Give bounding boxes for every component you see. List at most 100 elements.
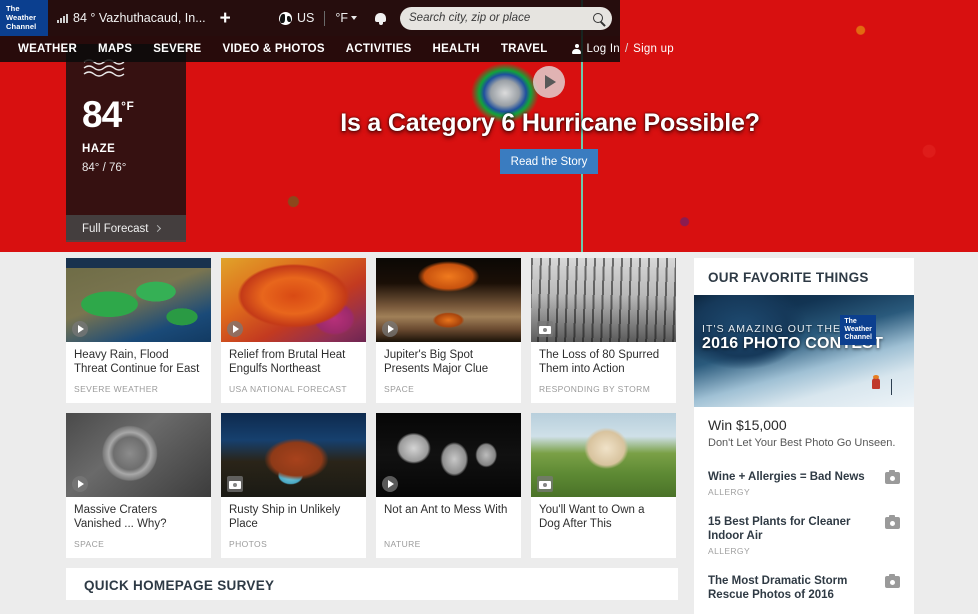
- survey-title: QUICK HOMEPAGE SURVEY: [84, 578, 275, 593]
- article-card-body: Jupiter's Big Spot Presents Major Clue S…: [376, 342, 521, 403]
- full-forecast-link[interactable]: Full Forecast: [66, 215, 186, 242]
- promo-caption[interactable]: Win $15,000 Don't Let Your Best Photo Go…: [694, 407, 914, 461]
- signal-bars-icon: [57, 13, 68, 23]
- sidebar-heading: OUR FAVORITE THINGS: [708, 270, 869, 285]
- log-in-link[interactable]: Log In: [586, 43, 619, 55]
- article-card[interactable]: You'll Want to Own a Dog After This: [531, 413, 676, 558]
- article-card-body: Rusty Ship in Unlikely Place PHOTOS: [221, 497, 366, 558]
- notifications-bell-icon[interactable]: [375, 12, 386, 25]
- photo-contest-promo[interactable]: IT'S AMAZING OUT THERE 2016 PHOTO CONTES…: [694, 295, 914, 407]
- hero-play-button[interactable]: [533, 66, 565, 98]
- weather-channel-logo[interactable]: The Weather Channel: [0, 0, 48, 36]
- current-location-selector[interactable]: 84 ° Vazhuthacaud, In...: [57, 11, 206, 25]
- sidebar-item-title: 15 Best Plants for Cleaner Indoor Air: [708, 516, 851, 542]
- promo-prize-title: Win $15,000: [708, 417, 787, 433]
- list-item[interactable]: The Most Dramatic Storm Rescue Photos of…: [694, 565, 914, 614]
- logo-line-1: The: [6, 4, 20, 13]
- nav-item-maps[interactable]: MAPS: [98, 43, 132, 55]
- play-icon: [72, 476, 88, 492]
- nav-item-activities[interactable]: ACTIVITIES: [346, 43, 412, 55]
- article-category: PHOTOS: [229, 539, 268, 549]
- play-icon: [227, 321, 243, 337]
- search-icon[interactable]: [593, 13, 603, 23]
- condition-phrase: HAZE: [82, 143, 116, 155]
- article-row-1: Heavy Rain, Flood Threat Continue for Ea…: [66, 258, 678, 403]
- article-card[interactable]: Not an Ant to Mess With NATURE: [376, 413, 521, 558]
- article-title: You'll Want to Own a Dog After This: [539, 504, 645, 530]
- article-title: The Loss of 80 Spurred Them into Action: [539, 349, 660, 375]
- article-thumbnail: [531, 413, 676, 497]
- nav-item-travel[interactable]: TRAVEL: [501, 43, 548, 55]
- article-card-body: Massive Craters Vanished ... Why? SPACE: [66, 497, 211, 558]
- nav-item-video-photos[interactable]: VIDEO & PHOTOS: [222, 43, 324, 55]
- list-item[interactable]: Wine + Allergies = Bad News ALLERGY: [694, 461, 914, 506]
- sign-up-link[interactable]: Sign up: [633, 43, 674, 55]
- search-box[interactable]: [400, 6, 612, 30]
- top-bar-divider: [324, 10, 326, 26]
- region-label: US: [296, 11, 315, 25]
- nav-item-health[interactable]: HEALTH: [433, 43, 480, 55]
- quick-homepage-survey[interactable]: QUICK HOMEPAGE SURVEY: [66, 568, 678, 600]
- article-category: SEVERE WEATHER: [74, 384, 159, 394]
- photographer-figure-icon: [870, 375, 882, 393]
- chevron-right-icon: [154, 224, 162, 233]
- article-grid: Heavy Rain, Flood Threat Continue for Ea…: [66, 258, 678, 568]
- region-selector[interactable]: US: [278, 11, 315, 25]
- sidebar-item-category: ALLERGY: [708, 487, 751, 497]
- temperature-unit: °F: [121, 99, 135, 113]
- auth-group: Log In / Sign up: [572, 43, 674, 55]
- globe-icon: [278, 11, 292, 25]
- play-icon: [72, 321, 88, 337]
- article-category: USA NATIONAL FORECAST: [229, 384, 347, 394]
- article-card[interactable]: The Loss of 80 Spurred Them into Action …: [531, 258, 676, 403]
- article-card[interactable]: Heavy Rain, Flood Threat Continue for Ea…: [66, 258, 211, 403]
- camera-icon: [885, 514, 900, 529]
- sidebar-item-text: 15 Best Plants for Cleaner Indoor Air AL…: [708, 515, 877, 556]
- nav-item-severe[interactable]: SEVERE: [153, 43, 201, 55]
- article-title: Massive Craters Vanished ... Why?: [74, 504, 167, 530]
- article-card-body: Not an Ant to Mess With NATURE: [376, 497, 521, 558]
- article-card-body: Relief from Brutal Heat Engulfs Northeas…: [221, 342, 366, 403]
- list-item[interactable]: 15 Best Plants for Cleaner Indoor Air AL…: [694, 506, 914, 565]
- promo-logo-line-2: Weather: [844, 326, 872, 333]
- article-card[interactable]: Rusty Ship in Unlikely Place PHOTOS: [221, 413, 366, 558]
- article-title: Relief from Brutal Heat Engulfs Northeas…: [229, 349, 346, 375]
- nav-item-weather[interactable]: WEATHER: [18, 43, 77, 55]
- read-the-story-button[interactable]: Read the Story: [500, 149, 598, 174]
- article-category: SPACE: [74, 539, 105, 549]
- article-thumbnail: [66, 413, 211, 497]
- sidebar-item-title: Wine + Allergies = Bad News: [708, 471, 865, 483]
- logo-line-3: Channel: [6, 22, 37, 31]
- article-card-body: The Loss of 80 Spurred Them into Action …: [531, 342, 676, 403]
- unit-selector[interactable]: °F: [335, 11, 357, 25]
- chevron-down-icon: [351, 16, 357, 20]
- hero-headline: Is a Category 6 Hurricane Possible?: [340, 109, 760, 137]
- promo-logo-line-3: Channel: [844, 334, 872, 341]
- logo-line-2: Weather: [6, 13, 37, 22]
- promo-weather-channel-logo: The Weather Channel: [840, 315, 876, 345]
- top-bar-controls: US °F: [278, 6, 620, 30]
- article-card[interactable]: Relief from Brutal Heat Engulfs Northeas…: [221, 258, 366, 403]
- main-content: Heavy Rain, Flood Threat Continue for Ea…: [0, 252, 978, 614]
- sidebar-item-title: The Most Dramatic Storm Rescue Photos of…: [708, 575, 848, 601]
- current-conditions-card[interactable]: 84 °F HAZE 84° / 76°: [66, 44, 186, 240]
- article-row-2: Massive Craters Vanished ... Why? SPACE …: [66, 413, 678, 558]
- article-card[interactable]: Massive Craters Vanished ... Why? SPACE: [66, 413, 211, 558]
- article-title: Rusty Ship in Unlikely Place: [229, 504, 341, 530]
- article-title: Heavy Rain, Flood Threat Continue for Ea…: [74, 349, 200, 375]
- search-input[interactable]: [409, 12, 593, 24]
- temperature-display: 84 °F: [82, 96, 186, 133]
- article-card[interactable]: Jupiter's Big Spot Presents Major Clue S…: [376, 258, 521, 403]
- promo-subtitle: Don't Let Your Best Photo Go Unseen.: [708, 437, 896, 449]
- sidebar-item-text: The Most Dramatic Storm Rescue Photos of…: [708, 574, 877, 605]
- article-thumbnail: [221, 413, 366, 497]
- article-card-body: Heavy Rain, Flood Threat Continue for Ea…: [66, 342, 211, 403]
- add-location-button[interactable]: +: [220, 9, 231, 28]
- sidebar-item-text: Wine + Allergies = Bad News ALLERGY: [708, 470, 877, 497]
- play-icon: [382, 321, 398, 337]
- play-icon: [382, 476, 398, 492]
- camera-icon: [537, 321, 553, 337]
- article-thumbnail: [221, 258, 366, 342]
- full-forecast-label: Full Forecast: [82, 222, 149, 235]
- auth-separator: /: [624, 43, 629, 55]
